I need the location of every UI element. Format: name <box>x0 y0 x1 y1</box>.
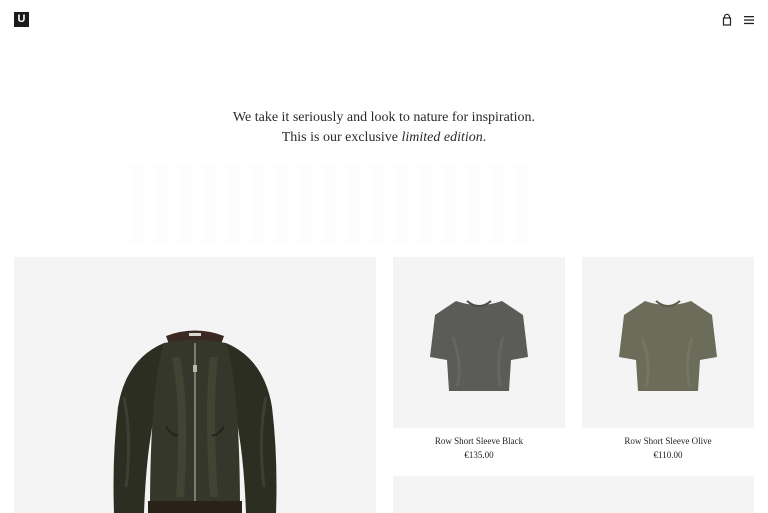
product-price: €135.00 <box>464 450 494 460</box>
background-watermark <box>130 165 530 245</box>
bomber-jacket-image <box>113 330 277 513</box>
hero-line-1: We take it seriously and look to nature … <box>232 110 536 125</box>
featured-product-tile[interactable] <box>14 257 376 513</box>
hero-line-2: This is our exclusive limited edition. <box>0 128 768 148</box>
hero-line-2-prefix: This is our exclusive <box>281 130 402 145</box>
product-tile-partial[interactable] <box>393 476 754 513</box>
product-info-black: Row Short Sleeve Black €135.00 <box>393 434 565 462</box>
t-shirt-black-image <box>430 300 528 391</box>
product-price: €110.00 <box>653 450 683 460</box>
product-name[interactable]: Row Short Sleeve Olive <box>582 434 754 448</box>
product-tile-black[interactable] <box>393 257 565 428</box>
hamburger-menu-icon[interactable] <box>742 13 756 27</box>
hero-statement: We take it seriously and look to nature … <box>0 108 768 148</box>
hero-line-2-suffix: . <box>482 130 487 145</box>
shopping-bag-icon[interactable] <box>720 13 734 27</box>
product-tile-olive[interactable] <box>582 257 754 428</box>
brand-logo[interactable]: U <box>14 12 29 27</box>
product-name[interactable]: Row Short Sleeve Black <box>393 434 565 448</box>
t-shirt-olive-image <box>619 300 717 391</box>
hero-emphasis: limited edition <box>401 130 483 145</box>
product-info-olive: Row Short Sleeve Olive €110.00 <box>582 434 754 462</box>
